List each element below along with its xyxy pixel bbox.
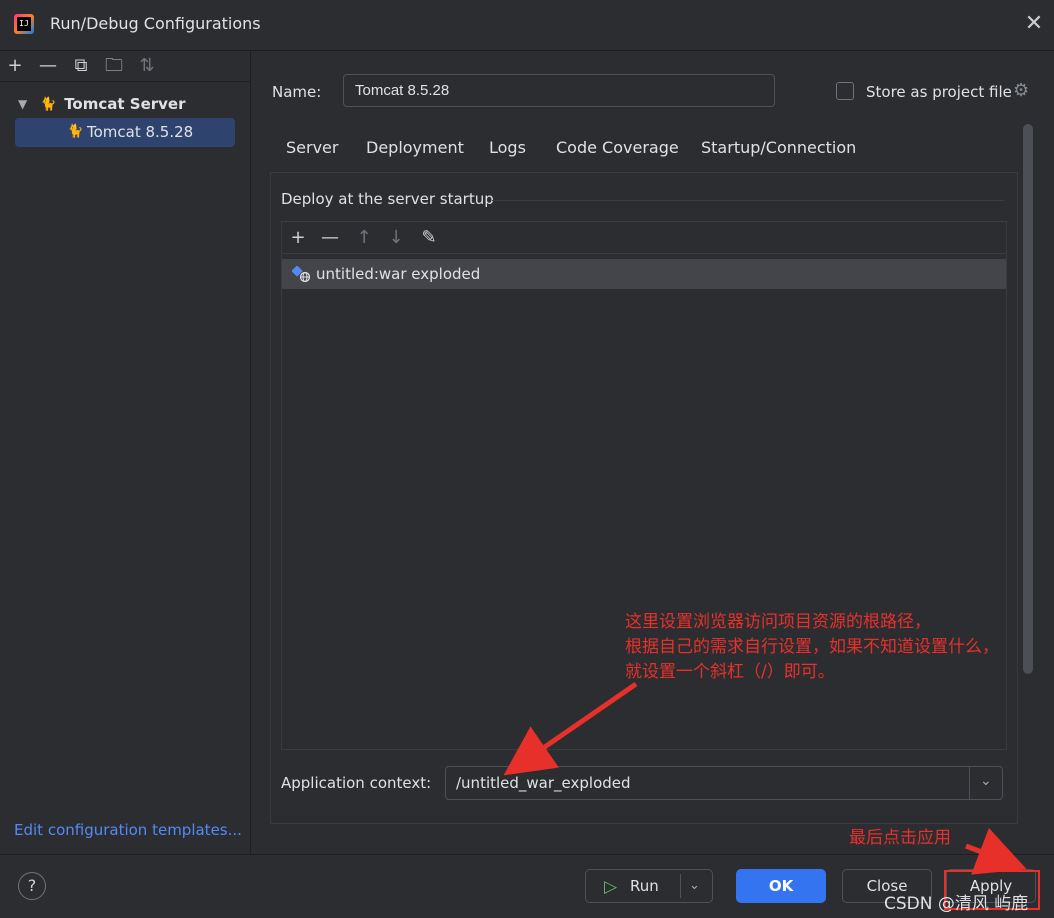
section-divider xyxy=(492,200,1004,201)
annotation-line-3: 就设置一个斜杠（/）即可。 xyxy=(625,662,835,682)
close-icon[interactable]: ✕ xyxy=(1022,12,1046,36)
toolbar-divider xyxy=(0,81,250,82)
move-down-icon[interactable]: ↓ xyxy=(385,227,407,249)
remove-icon[interactable]: — xyxy=(319,227,341,249)
name-input[interactable] xyxy=(343,74,775,107)
copy-icon[interactable]: ⧉ xyxy=(70,55,92,77)
list-toolbar-divider xyxy=(282,253,1006,254)
tree-group-label: Tomcat Server xyxy=(64,95,186,113)
list-item[interactable]: untitled:war exploded xyxy=(282,259,1006,289)
web-artifact-icon xyxy=(292,266,310,282)
chevron-down-icon[interactable]: ⌄ xyxy=(689,870,700,902)
remove-icon[interactable]: — xyxy=(37,55,59,77)
tab-startup-connection[interactable]: Startup/Connection xyxy=(701,138,856,172)
artifact-label: untitled:war exploded xyxy=(316,265,481,283)
name-label: Name: xyxy=(272,83,322,101)
application-context-combo[interactable]: /untitled_war_exploded ⌄ xyxy=(445,766,1003,800)
annotation-line-2: 根据自己的需求自行设置，如果不知道设置什么， xyxy=(625,637,999,657)
tree-group-tomcat-server[interactable]: ▼ 🐈 Tomcat Server xyxy=(18,93,186,115)
edit-templates-link[interactable]: Edit configuration templates... xyxy=(14,821,242,839)
chevron-down-icon[interactable]: ⌄ xyxy=(980,773,992,789)
deploy-section-label: Deploy at the server startup xyxy=(281,190,494,208)
tab-code-coverage[interactable]: Code Coverage xyxy=(556,138,679,172)
store-as-project-checkbox[interactable] xyxy=(836,82,854,100)
new-folder-icon[interactable]: 🗀 xyxy=(103,55,125,77)
chevron-down-icon[interactable]: ▼ xyxy=(18,97,32,111)
annotation-line-1: 这里设置浏览器访问项目资源的根路径， xyxy=(625,612,931,632)
help-button[interactable]: ? xyxy=(18,872,46,900)
window-title: Run/Debug Configurations xyxy=(50,14,261,33)
add-icon[interactable]: + xyxy=(287,227,309,249)
tree-item-label: Tomcat 8.5.28 xyxy=(87,123,194,141)
application-context-value[interactable]: /untitled_war_exploded xyxy=(456,774,631,792)
add-icon[interactable]: + xyxy=(4,55,26,77)
tomcat-small-icon: 🐈 xyxy=(67,124,84,139)
run-divider xyxy=(680,874,681,898)
configurations-sidebar xyxy=(0,51,251,854)
sort-icon[interactable]: ⇅ xyxy=(136,55,158,77)
tree-item-tomcat-config[interactable]: Tomcat 8.5.28 xyxy=(15,118,235,147)
intellij-logo-icon xyxy=(14,14,34,34)
csdn-watermark: CSDN @清风 屿鹿 xyxy=(884,894,1029,914)
edit-icon[interactable]: ✎ xyxy=(418,227,440,249)
tab-deployment[interactable]: Deployment xyxy=(350,138,480,175)
annotation-apply: 最后点击应用 xyxy=(849,828,951,848)
play-icon: ▷ xyxy=(604,877,618,897)
store-as-project-label[interactable]: Store as project file xyxy=(866,83,1012,101)
application-context-label: Application context: xyxy=(281,774,432,792)
gear-icon[interactable]: ⚙ xyxy=(1013,80,1029,101)
tab-logs[interactable]: Logs xyxy=(489,138,526,172)
tab-server[interactable]: Server xyxy=(286,138,338,172)
tomcat-icon: 🐈 xyxy=(40,96,57,112)
scrollbar[interactable] xyxy=(1023,124,1033,674)
combo-divider xyxy=(969,767,970,799)
run-button[interactable]: ▷ Run ⌄ xyxy=(585,869,713,903)
run-label: Run xyxy=(630,877,659,895)
move-up-icon[interactable]: ↑ xyxy=(353,227,375,249)
ok-button[interactable]: OK xyxy=(736,869,826,903)
